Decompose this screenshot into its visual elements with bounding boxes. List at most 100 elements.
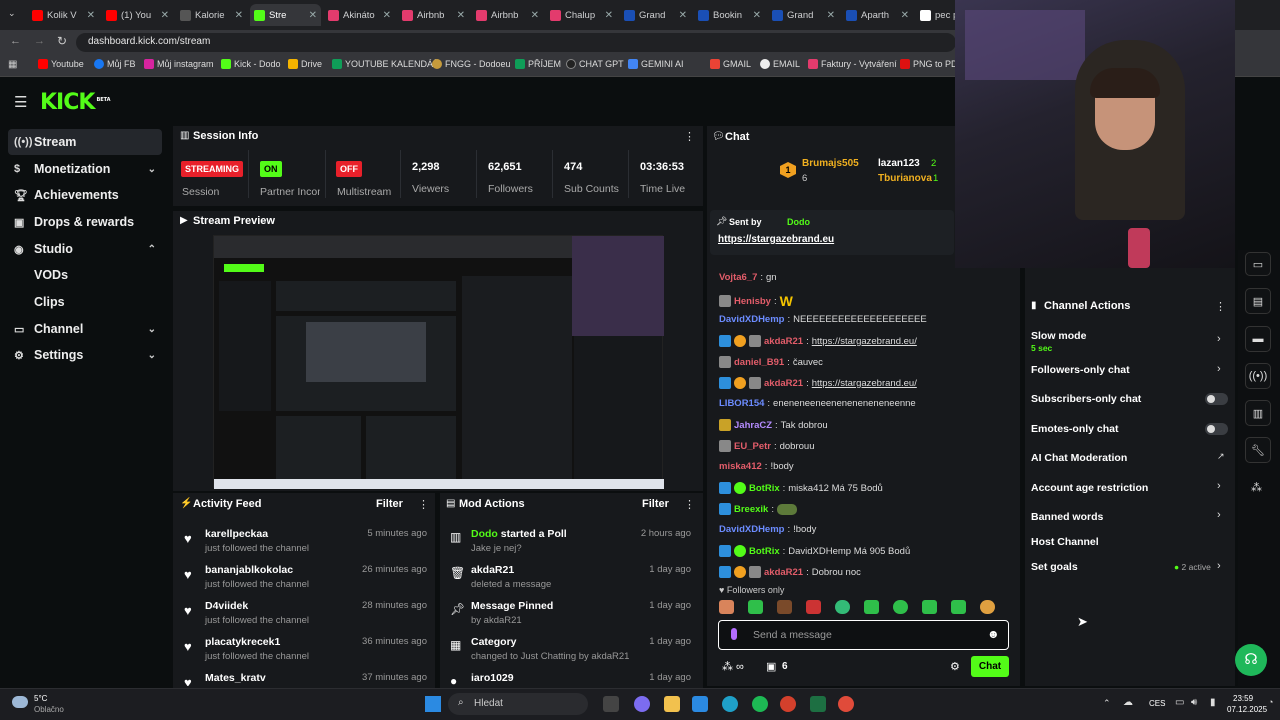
set-goals-button[interactable]: Set goals: [1031, 561, 1078, 573]
host-channel-button[interactable]: Host Channel: [1031, 536, 1099, 548]
nav-studio[interactable]: ◉ Studio ⌃: [8, 236, 162, 262]
emote[interactable]: [864, 600, 879, 614]
points-icon[interactable]: ⁂ ∞: [722, 660, 744, 673]
emote[interactable]: [922, 600, 937, 614]
bookmark[interactable]: PŘÍJEM: [515, 59, 561, 69]
nav-channel[interactable]: ▭ Channel ⌄: [8, 316, 162, 342]
pinned-message[interactable]: 📌︎ Sent by Dodo https://stargazebrand.eu: [710, 210, 954, 255]
browser-tab[interactable]: Airbnb ✕: [472, 4, 543, 26]
chat-rail-icon[interactable]: ▬: [1245, 326, 1271, 352]
account-age-button[interactable]: Account age restriction: [1031, 482, 1148, 494]
emotes-only-toggle[interactable]: [1205, 423, 1228, 435]
file-explorer-icon[interactable]: [664, 696, 680, 712]
emote[interactable]: [893, 600, 908, 614]
nav-achievements[interactable]: 🏆︎ Achievements: [8, 182, 162, 208]
layout-icon[interactable]: ▥: [1245, 400, 1271, 426]
browser-tab[interactable]: Akináto ✕: [324, 4, 395, 26]
notes-icon[interactable]: ▤: [1245, 288, 1271, 314]
browser-tab[interactable]: Aparth ✕: [842, 4, 913, 26]
bookmark[interactable]: Kick - Dodo: [221, 59, 281, 69]
excel-icon[interactable]: [810, 696, 826, 712]
kebab-menu-icon[interactable]: ⋮: [684, 130, 695, 143]
browser-tab[interactable]: Grand ✕: [620, 4, 691, 26]
edge-icon[interactable]: [722, 696, 738, 712]
bookmark[interactable]: YOUTUBE KALENDÁŘ: [332, 59, 440, 69]
bookmark[interactable]: GEMINI AI: [628, 59, 684, 69]
chat-input[interactable]: Send a message ☻: [718, 620, 1009, 650]
subscribers-only-toggle[interactable]: [1205, 393, 1228, 405]
back-icon[interactable]: ←: [10, 35, 21, 47]
browser-tab[interactable]: Kalorie ✕: [176, 4, 247, 26]
chat-settings-icon[interactable]: ⚙: [950, 660, 960, 673]
bookmark[interactable]: Faktury - Vytváření: [808, 59, 897, 69]
ai-moderation-button[interactable]: AI Chat Moderation: [1031, 452, 1127, 464]
banned-words-button[interactable]: Banned words: [1031, 511, 1103, 523]
bookmark[interactable]: FNGG - Dodoeu: [432, 59, 511, 69]
activity-filter-button[interactable]: Filter: [376, 498, 403, 510]
bookmark[interactable]: Můj instagram: [144, 59, 214, 69]
store-icon[interactable]: [692, 696, 708, 712]
emoji-icon[interactable]: ☻: [987, 627, 1000, 641]
mod-filter-button[interactable]: Filter: [642, 498, 669, 510]
reload-icon[interactable]: ↻: [57, 34, 67, 48]
microphone-icon[interactable]: [731, 628, 737, 640]
external-link-icon[interactable]: ↗: [1217, 451, 1225, 462]
nav-monetization[interactable]: $ Monetization ⌄: [8, 156, 162, 182]
chrome-icon[interactable]: [838, 696, 854, 712]
browser-tab[interactable]: Airbnb ✕: [398, 4, 469, 26]
browser-tab[interactable]: Grand ✕: [768, 4, 839, 26]
windows-start-icon[interactable]: [425, 696, 441, 712]
emote[interactable]: [719, 600, 734, 614]
tray-icon[interactable]: ☁: [1123, 697, 1133, 708]
emote[interactable]: [777, 600, 792, 614]
emote[interactable]: [806, 600, 821, 614]
nav-drops[interactable]: ▣ Drops & rewards: [8, 209, 162, 235]
emote[interactable]: [748, 600, 763, 614]
browser-tab-active[interactable]: Stre ✕: [250, 4, 321, 26]
rail-button[interactable]: ▭: [1245, 252, 1271, 276]
chat-send-button[interactable]: Chat: [971, 656, 1009, 677]
spotify-icon[interactable]: [752, 696, 768, 712]
followers-only-chat-button[interactable]: Followers-only chat: [1031, 364, 1130, 376]
wrench-icon[interactable]: 🔧︎: [1245, 437, 1271, 463]
language-indicator[interactable]: CES: [1149, 699, 1165, 708]
broadcast-icon[interactable]: ((•)): [1245, 363, 1271, 389]
bookmark[interactable]: Drive: [288, 59, 322, 69]
nav-clips[interactable]: Clips: [8, 289, 162, 315]
browser-tab[interactable]: Kolik V ✕: [28, 4, 99, 26]
taskview-icon[interactable]: [603, 696, 619, 712]
chevron-right-icon[interactable]: ›: [1217, 333, 1221, 345]
bookmark[interactable]: Můj FB: [94, 59, 136, 69]
volume-icon[interactable]: 🔊︎: [1191, 697, 1197, 708]
emote[interactable]: [951, 600, 966, 614]
hamburger-menu-icon[interactable]: ☰: [14, 93, 27, 111]
browser-tab[interactable]: pec p: [916, 4, 956, 26]
taskbar-search[interactable]: ⌕ Hledat: [448, 693, 588, 715]
slow-mode-button[interactable]: Slow mode: [1031, 330, 1086, 342]
battery-icon[interactable]: ▮: [1210, 697, 1216, 708]
kick-logo[interactable]: KICK BETA: [40, 90, 111, 115]
bookmark[interactable]: PNG to PDF: [900, 59, 963, 69]
emote[interactable]: [980, 600, 995, 614]
url-input[interactable]: dashboard.kick.com/stream: [76, 33, 956, 52]
browser-tab[interactable]: Chalup ✕: [546, 4, 617, 26]
nav-settings[interactable]: ⚙ Settings ⌄: [8, 342, 162, 368]
gift-icon[interactable]: ▣: [766, 660, 776, 673]
kebab-menu-icon[interactable]: ⋮: [684, 498, 695, 511]
bookmark[interactable]: CHAT GPT: [566, 59, 624, 69]
chevron-right-icon[interactable]: ›: [1217, 480, 1221, 492]
browser-tab[interactable]: (1) You ✕: [102, 4, 173, 26]
copilot-icon[interactable]: [634, 696, 650, 712]
browser-tab[interactable]: Bookin ✕: [694, 4, 765, 26]
bookmark[interactable]: EMAIL: [760, 59, 800, 69]
tray-chevron-icon[interactable]: ⌃: [1103, 698, 1111, 709]
chevron-right-icon[interactable]: ›: [1217, 560, 1221, 572]
kebab-menu-icon[interactable]: ⋮: [1215, 300, 1226, 313]
bookmark[interactable]: GMAIL: [710, 59, 751, 69]
tab-menu-icon[interactable]: ⌄: [8, 8, 20, 20]
pinned-link[interactable]: https://stargazebrand.eu: [718, 234, 834, 245]
extensions-icon[interactable]: ⁂: [1251, 481, 1262, 494]
bookmark[interactable]: Youtube: [38, 59, 84, 69]
network-icon[interactable]: ▭: [1175, 697, 1184, 708]
support-headset-icon[interactable]: ☊: [1235, 644, 1267, 676]
